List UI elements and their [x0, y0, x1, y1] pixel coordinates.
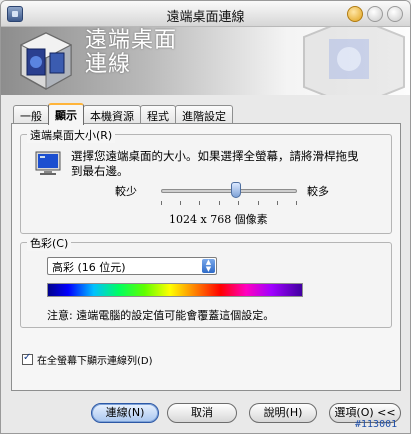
- size-slider-thumb[interactable]: [230, 182, 241, 198]
- banner: 遠端桌面 連線: [1, 27, 410, 95]
- cancel-button[interactable]: 取消: [167, 403, 237, 423]
- tab-local-resources[interactable]: 本機資源: [83, 105, 141, 124]
- tab-programs[interactable]: 程式: [140, 105, 176, 124]
- minimize-button[interactable]: [347, 6, 363, 22]
- color-group: 色彩(C) 高彩 (16 位元) ▲ ▼ 注意: 遠端電腦的設定值可能會覆蓋這個…: [20, 235, 392, 328]
- image-watermark: #113001: [355, 419, 398, 430]
- fullscreen-bar-label: 在全螢幕下顯示連線列(D): [37, 356, 153, 367]
- banner-title: 遠端桌面 連線: [85, 29, 177, 77]
- color-group-label: 色彩(C): [27, 235, 72, 251]
- banner-title-line2: 連線: [85, 52, 132, 77]
- remote-desktop-size-group: 遠端桌面大小(R) 選擇您遠端桌面的大小。如果選擇全螢幕，請將滑桿拖曳到最右邊。…: [20, 127, 392, 234]
- display-tab-panel: 遠端桌面大小(R) 選擇您遠端桌面的大小。如果選擇全螢幕，請將滑桿拖曳到最右邊。…: [11, 123, 401, 391]
- chevron-down-icon[interactable]: ▲ ▼: [202, 259, 215, 273]
- banner-title-line1: 遠端桌面: [85, 28, 178, 53]
- color-note: 注意: 遠端電腦的設定值可能會覆蓋這個設定。: [47, 309, 275, 322]
- color-spectrum-bar: [47, 283, 303, 297]
- resolution-readout: 1024 x 768 個像素: [169, 213, 268, 226]
- tab-advanced[interactable]: 進階設定: [175, 105, 233, 124]
- tab-bar: 一般 顯示 本機資源 程式 進階設定: [13, 103, 233, 125]
- color-depth-value: 高彩 (16 位元): [52, 261, 126, 274]
- fullscreen-bar-option[interactable]: 在全螢幕下顯示連線列(D): [22, 352, 153, 367]
- size-group-label: 遠端桌面大小(R): [27, 127, 116, 143]
- slider-more-label: 較多: [307, 185, 329, 198]
- connect-button[interactable]: 連線(N): [91, 403, 159, 423]
- tab-display[interactable]: 顯示: [48, 103, 84, 125]
- fullscreen-bar-checkbox[interactable]: [22, 352, 33, 365]
- help-button[interactable]: 說明(H): [249, 403, 317, 423]
- close-button[interactable]: [387, 6, 403, 22]
- title-bar[interactable]: 遠端桌面連線: [1, 1, 410, 27]
- size-slider-ticks: [161, 201, 297, 205]
- banner-watermark-logo-icon: [303, 27, 405, 95]
- size-description: 選擇您遠端桌面的大小。如果選擇全螢幕，請將滑桿拖曳到最右邊。: [71, 149, 359, 178]
- remote-desktop-logo-icon: [19, 32, 73, 90]
- slider-less-label: 較少: [115, 185, 137, 198]
- color-depth-select[interactable]: 高彩 (16 位元) ▲ ▼: [47, 257, 217, 275]
- maximize-button[interactable]: [367, 6, 383, 22]
- remote-desktop-window: 遠端桌面連線 遠端桌面 連線 一般 顯示 本機資源 程式 進階設定 遠端桌面大小…: [0, 0, 411, 434]
- size-slider-track[interactable]: [161, 189, 297, 193]
- tab-general[interactable]: 一般: [13, 105, 49, 124]
- monitor-icon: [35, 151, 61, 175]
